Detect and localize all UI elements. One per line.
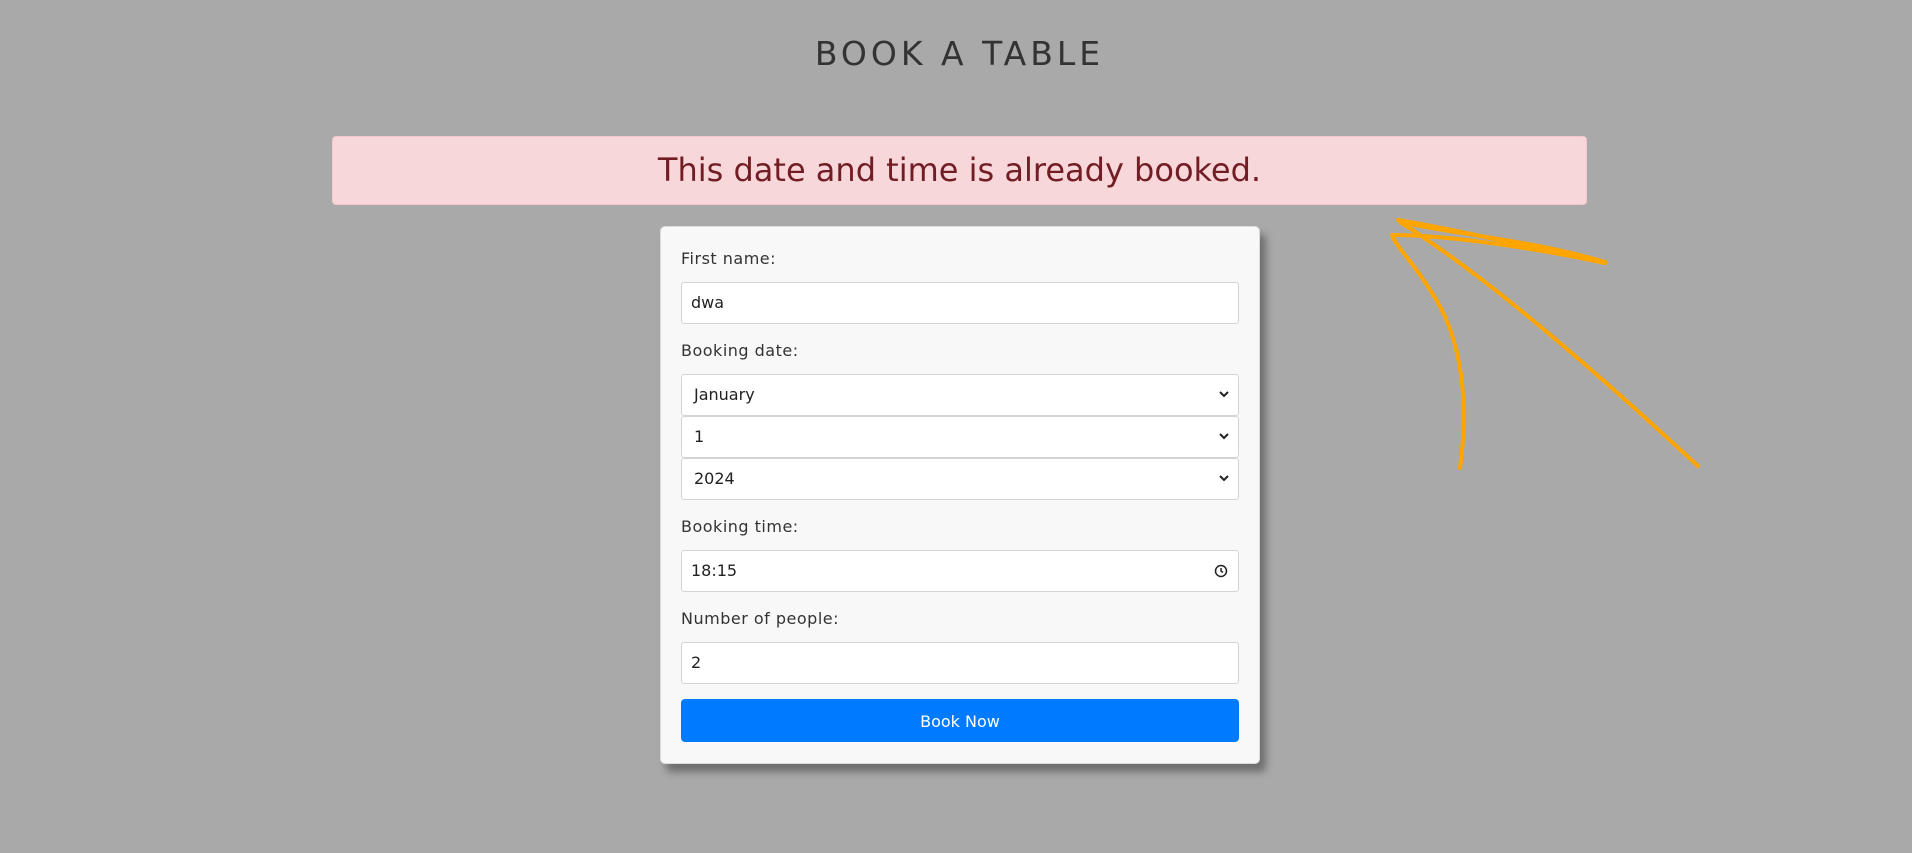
chevron-down-icon — [1219, 391, 1229, 398]
number-of-people-input[interactable]: 2 — [681, 642, 1239, 684]
number-of-people-label: Number of people: — [681, 609, 839, 628]
booking-form: First name: dwa Booking date: January 1 … — [660, 226, 1260, 764]
year-select[interactable]: 2024 — [681, 458, 1239, 500]
month-select[interactable]: January — [681, 374, 1239, 416]
arrow-annotation-icon — [1390, 218, 1700, 470]
time-value: 18:15 — [691, 561, 738, 580]
clock-icon[interactable] — [1214, 564, 1228, 578]
booking-error-alert: This date and time is already booked. — [332, 136, 1587, 205]
page: BOOK A TABLE This date and time is alrea… — [0, 0, 1912, 853]
alert-message: This date and time is already booked. — [657, 151, 1262, 189]
chevron-down-icon — [1219, 475, 1229, 482]
first-name-label: First name: — [681, 249, 777, 268]
day-value: 1 — [694, 427, 705, 446]
book-now-button[interactable]: Book Now — [681, 699, 1239, 742]
day-select[interactable]: 1 — [681, 416, 1239, 458]
month-value: January — [694, 385, 755, 404]
booking-time-label: Booking time: — [681, 517, 799, 536]
booking-date-label: Booking date: — [681, 341, 799, 360]
people-value: 2 — [691, 653, 702, 672]
first-name-input[interactable]: dwa — [681, 282, 1239, 324]
year-value: 2024 — [694, 469, 735, 488]
first-name-value: dwa — [691, 293, 725, 312]
chevron-down-icon — [1219, 433, 1229, 440]
page-title: BOOK A TABLE — [814, 34, 1105, 73]
booking-time-input[interactable]: 18:15 — [681, 550, 1239, 592]
